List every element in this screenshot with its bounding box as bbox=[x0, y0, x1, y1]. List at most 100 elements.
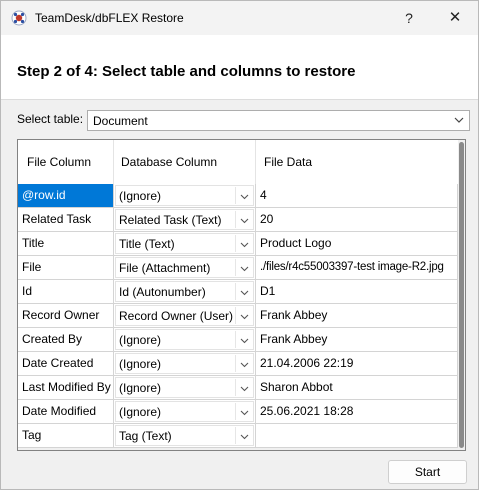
database-column-cell: (Ignore) bbox=[114, 376, 256, 400]
table-row: Tag Tag (Text) bbox=[18, 424, 458, 448]
database-column-combo[interactable]: File (Attachment) bbox=[115, 257, 254, 278]
database-column-cell: (Ignore) bbox=[114, 328, 256, 352]
combo-divider bbox=[235, 307, 236, 324]
file-column-cell[interactable]: Record Owner bbox=[18, 304, 114, 328]
combo-divider bbox=[235, 283, 236, 300]
database-column-combo[interactable]: Related Task (Text) bbox=[115, 209, 254, 230]
database-column-value: (Ignore) bbox=[119, 333, 162, 347]
file-column-cell[interactable]: Title bbox=[18, 232, 114, 256]
database-column-value: (Ignore) bbox=[119, 405, 162, 419]
help-button[interactable]: ? bbox=[389, 1, 429, 35]
combo-divider bbox=[235, 379, 236, 396]
window-title: TeamDesk/dbFLEX Restore bbox=[35, 11, 184, 25]
step-title: Step 2 of 4: Select table and columns to… bbox=[17, 63, 356, 80]
database-column-cell: (Ignore) bbox=[114, 400, 256, 424]
database-column-value: Id (Autonumber) bbox=[119, 285, 206, 299]
database-column-combo[interactable]: (Ignore) bbox=[115, 185, 254, 206]
database-column-combo[interactable]: (Ignore) bbox=[115, 377, 254, 398]
file-data-cell[interactable]: ./files/r4c55003397-test image-R2.jpg bbox=[256, 256, 458, 280]
database-column-value: (Ignore) bbox=[119, 357, 162, 371]
file-data-cell[interactable] bbox=[256, 424, 458, 448]
chevron-down-icon bbox=[240, 266, 249, 272]
table-row: Related Task Related Task (Text) 20 bbox=[18, 208, 458, 232]
file-column-cell[interactable]: @row.id bbox=[18, 184, 114, 208]
file-column-cell[interactable]: Created By bbox=[18, 328, 114, 352]
database-column-value: Related Task (Text) bbox=[119, 213, 222, 227]
chevron-down-icon bbox=[240, 338, 249, 344]
column-mapping-grid: File Column Database Column File Data @r… bbox=[17, 139, 466, 451]
combo-divider bbox=[235, 427, 236, 444]
column-header-file-column[interactable]: File Column bbox=[18, 140, 114, 184]
database-column-value: Record Owner (User) bbox=[119, 309, 234, 323]
file-data-cell[interactable]: Sharon Abbot bbox=[256, 376, 458, 400]
restore-dialog: TeamDesk/dbFLEX Restore ? ✕ Step 2 of 4:… bbox=[0, 0, 479, 490]
file-column-cell[interactable]: Date Modified bbox=[18, 400, 114, 424]
file-column-cell[interactable]: Date Created bbox=[18, 352, 114, 376]
database-column-value: Tag (Text) bbox=[119, 429, 172, 443]
database-column-cell: Title (Text) bbox=[114, 232, 256, 256]
file-column-cell[interactable]: Tag bbox=[18, 424, 114, 448]
chevron-down-icon bbox=[454, 117, 464, 123]
database-column-combo[interactable]: Record Owner (User) bbox=[115, 305, 254, 326]
database-column-combo[interactable]: (Ignore) bbox=[115, 401, 254, 422]
combo-divider bbox=[235, 211, 236, 228]
start-button[interactable]: Start bbox=[388, 460, 467, 484]
table-row: Record Owner Record Owner (User) Frank A… bbox=[18, 304, 458, 328]
database-column-value: Title (Text) bbox=[119, 237, 175, 251]
database-column-combo[interactable]: Tag (Text) bbox=[115, 425, 254, 446]
file-data-cell[interactable]: D1 bbox=[256, 280, 458, 304]
file-data-cell[interactable]: 25.06.2021 18:28 bbox=[256, 400, 458, 424]
close-button[interactable]: ✕ bbox=[433, 1, 477, 35]
database-column-cell: Id (Autonumber) bbox=[114, 280, 256, 304]
database-column-combo[interactable]: Title (Text) bbox=[115, 233, 254, 254]
table-row: Date Modified (Ignore) 25.06.2021 18:28 bbox=[18, 400, 458, 424]
grid-header: File Column Database Column File Data bbox=[18, 140, 458, 185]
column-header-file-data[interactable]: File Data bbox=[256, 140, 458, 184]
app-icon bbox=[11, 10, 27, 26]
chevron-down-icon bbox=[240, 218, 249, 224]
table-row: @row.id (Ignore) 4 bbox=[18, 184, 458, 208]
table-select[interactable]: Document bbox=[87, 110, 470, 131]
column-header-database-column[interactable]: Database Column bbox=[114, 140, 256, 184]
file-data-cell[interactable]: 21.04.2006 22:19 bbox=[256, 352, 458, 376]
combo-divider bbox=[235, 187, 236, 204]
chevron-down-icon bbox=[240, 290, 249, 296]
combo-divider bbox=[235, 235, 236, 252]
combo-divider bbox=[235, 403, 236, 420]
chevron-down-icon bbox=[240, 410, 249, 416]
table-row: Id Id (Autonumber) D1 bbox=[18, 280, 458, 304]
chevron-down-icon bbox=[240, 434, 249, 440]
database-column-combo[interactable]: Id (Autonumber) bbox=[115, 281, 254, 302]
table-row: File File (Attachment) ./files/r4c550033… bbox=[18, 256, 458, 280]
table-row: Last Modified By (Ignore) Sharon Abbot bbox=[18, 376, 458, 400]
scrollbar-thumb[interactable] bbox=[459, 142, 464, 448]
database-column-cell: Tag (Text) bbox=[114, 424, 256, 448]
file-column-cell[interactable]: Last Modified By bbox=[18, 376, 114, 400]
combo-divider bbox=[235, 259, 236, 276]
chevron-down-icon bbox=[240, 386, 249, 392]
file-column-cell[interactable]: Id bbox=[18, 280, 114, 304]
chevron-down-icon bbox=[240, 362, 249, 368]
database-column-value: (Ignore) bbox=[119, 381, 162, 395]
file-data-cell[interactable]: 4 bbox=[256, 184, 458, 208]
wizard-header: Step 2 of 4: Select table and columns to… bbox=[1, 35, 478, 100]
chevron-down-icon bbox=[240, 314, 249, 320]
table-row: Title Title (Text) Product Logo bbox=[18, 232, 458, 256]
file-data-cell[interactable]: Frank Abbey bbox=[256, 304, 458, 328]
file-column-cell[interactable]: File bbox=[18, 256, 114, 280]
table-row: Created By (Ignore) Frank Abbey bbox=[18, 328, 458, 352]
chevron-down-icon bbox=[240, 242, 249, 248]
file-data-cell[interactable]: Frank Abbey bbox=[256, 328, 458, 352]
database-column-combo[interactable]: (Ignore) bbox=[115, 329, 254, 350]
vertical-scrollbar[interactable] bbox=[458, 140, 465, 450]
database-column-cell: (Ignore) bbox=[114, 184, 256, 208]
database-column-cell: Related Task (Text) bbox=[114, 208, 256, 232]
combo-divider bbox=[235, 331, 236, 348]
file-column-cell[interactable]: Related Task bbox=[18, 208, 114, 232]
database-column-cell: Record Owner (User) bbox=[114, 304, 256, 328]
file-data-cell[interactable]: 20 bbox=[256, 208, 458, 232]
database-column-combo[interactable]: (Ignore) bbox=[115, 353, 254, 374]
file-data-cell[interactable]: Product Logo bbox=[256, 232, 458, 256]
title-bar: TeamDesk/dbFLEX Restore ? ✕ bbox=[1, 1, 478, 35]
table-row: Date Created (Ignore) 21.04.2006 22:19 bbox=[18, 352, 458, 376]
